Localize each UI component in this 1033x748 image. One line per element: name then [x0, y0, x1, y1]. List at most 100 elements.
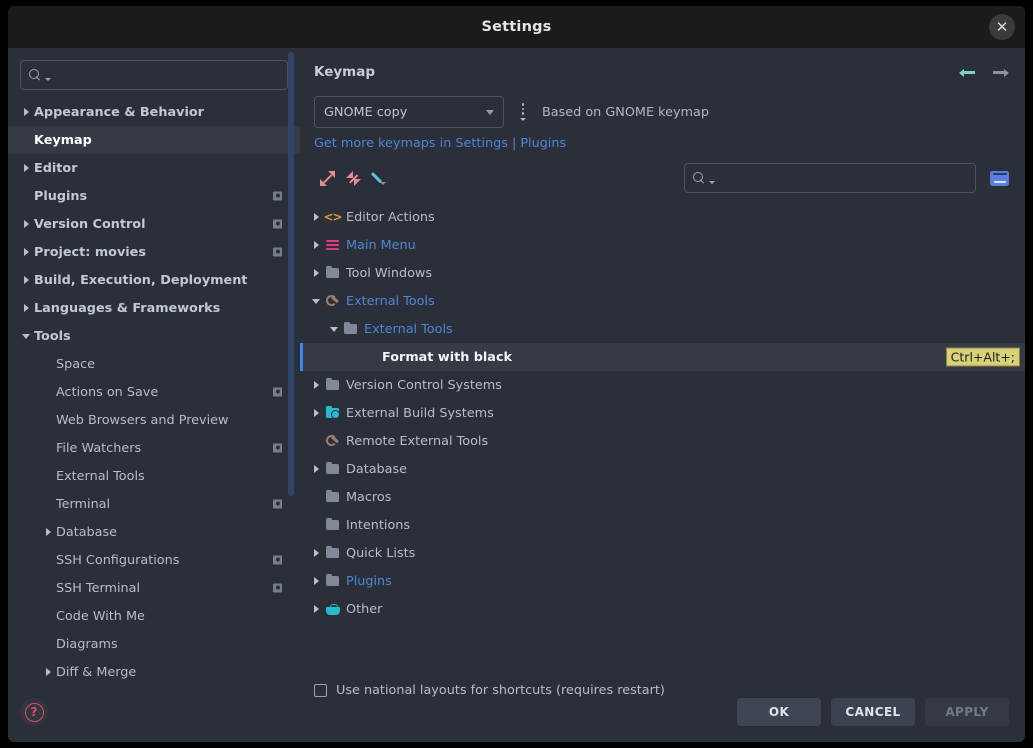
- keymap-select[interactable]: GNOME copy: [314, 96, 504, 128]
- keyboard-icon[interactable]: [990, 170, 1009, 186]
- chevron-right-icon[interactable]: [308, 213, 324, 221]
- keymap-tree-row[interactable]: Intentions: [300, 511, 1025, 539]
- keymap-tree-row[interactable]: <> Editor Actions: [300, 203, 1025, 231]
- keymap-tree-row[interactable]: Other: [300, 595, 1025, 623]
- pencil-icon: [371, 170, 387, 186]
- settings-category-tree: Appearance & Behavior Keymap Editor Plugins…: [8, 98, 300, 690]
- apply-button: APPLY: [925, 698, 1009, 726]
- code-icon: <>: [323, 210, 342, 224]
- sidebar-item-build-execution-deployment[interactable]: Build, Execution, Deployment: [8, 266, 300, 294]
- forward-arrow-icon[interactable]: [992, 66, 1009, 79]
- national-layouts-checkbox[interactable]: [314, 684, 327, 697]
- ok-button[interactable]: OK: [737, 698, 821, 726]
- title-bar: Settings ✕: [8, 6, 1025, 48]
- chevron-right-icon[interactable]: [18, 108, 34, 116]
- sidebar-item-web-browsers-and-preview[interactable]: Web Browsers and Preview: [8, 406, 300, 434]
- chevron-down-icon[interactable]: [326, 326, 342, 332]
- expand-all-button[interactable]: [314, 166, 340, 190]
- chevron-right-icon[interactable]: [40, 528, 56, 536]
- keymap-tree-label: Remote External Tools: [346, 433, 489, 449]
- chevron-right-icon[interactable]: [308, 577, 324, 585]
- chevron-right-icon[interactable]: [308, 269, 324, 277]
- keymap-tree-row[interactable]: External Tools: [300, 287, 1025, 315]
- keymap-tree-row[interactable]: Tool Windows: [300, 259, 1025, 287]
- sidebar-item-label: Diagrams: [56, 636, 118, 652]
- sidebar-item-version-control[interactable]: Version Control: [8, 210, 300, 238]
- chevron-right-icon[interactable]: [18, 164, 34, 172]
- wrench-icon: [324, 434, 341, 448]
- sidebar-item-tools[interactable]: Tools: [8, 322, 300, 350]
- chevron-right-icon[interactable]: [308, 549, 324, 557]
- help-button[interactable]: ?: [20, 698, 48, 726]
- sidebar-item-diff-merge[interactable]: Diff & Merge: [8, 658, 300, 686]
- edit-shortcut-button[interactable]: [366, 166, 392, 190]
- keymap-tree-row[interactable]: Macros: [300, 483, 1025, 511]
- chevron-down-icon[interactable]: [308, 298, 324, 304]
- nav-arrows: [959, 64, 1009, 79]
- sidebar-item-label: Tools: [34, 328, 71, 344]
- sidebar-item-space[interactable]: Space: [8, 350, 300, 378]
- sidebar-item-label: Project: movies: [34, 244, 146, 260]
- back-arrow-icon[interactable]: [959, 66, 976, 79]
- keymap-tree-row[interactable]: External Build Systems: [300, 399, 1025, 427]
- keymap-search-box[interactable]: [684, 163, 976, 193]
- sidebar-item-languages-frameworks[interactable]: Languages & Frameworks: [8, 294, 300, 322]
- keymap-tree-row[interactable]: Plugins: [300, 567, 1025, 595]
- sidebar-item-label: Space: [56, 356, 95, 372]
- chevron-right-icon[interactable]: [18, 276, 34, 284]
- keymap-tree-label: External Build Systems: [346, 405, 494, 421]
- chevron-right-icon[interactable]: [308, 409, 324, 417]
- sidebar-item-plugins[interactable]: Plugins: [8, 182, 300, 210]
- sidebar-item-actions-on-save[interactable]: Actions on Save: [8, 378, 300, 406]
- sidebar-item-code-with-me[interactable]: Code With Me: [8, 602, 300, 630]
- cancel-button[interactable]: CANCEL: [831, 698, 915, 726]
- chevron-right-icon[interactable]: [40, 668, 56, 676]
- project-scope-icon: [273, 443, 282, 453]
- folder-icon: [342, 321, 359, 334]
- sidebar-item-database[interactable]: Database: [8, 518, 300, 546]
- chevron-right-icon[interactable]: [18, 248, 34, 256]
- project-scope-icon: [273, 583, 282, 593]
- sidebar-item-label: External Tools: [56, 468, 145, 484]
- chevron-right-icon[interactable]: [308, 605, 324, 613]
- get-more-keymaps-link[interactable]: Get more keymaps in Settings | Plugins: [300, 128, 1025, 151]
- search-icon: [693, 171, 706, 185]
- collapse-all-icon: [345, 170, 361, 186]
- window-title: Settings: [481, 19, 552, 35]
- sidebar-item-ssh-configurations[interactable]: SSH Configurations: [8, 546, 300, 574]
- sidebar-item-terminal[interactable]: Terminal: [8, 490, 300, 518]
- sidebar-search-input[interactable]: [57, 67, 279, 83]
- chevron-down-icon: [45, 78, 51, 81]
- keymap-tree-row[interactable]: Version Control Systems: [300, 371, 1025, 399]
- sidebar-item-editor[interactable]: Editor: [8, 154, 300, 182]
- sidebar-item-project-movies[interactable]: Project: movies: [8, 238, 300, 266]
- chevron-right-icon[interactable]: [308, 241, 324, 249]
- chevron-right-icon[interactable]: [308, 465, 324, 473]
- chevron-right-icon[interactable]: [308, 381, 324, 389]
- collapse-all-button[interactable]: [340, 166, 366, 190]
- keymap-options-button[interactable]: [516, 103, 530, 121]
- keymap-tree-row[interactable]: Main Menu: [300, 231, 1025, 259]
- search-icon: [29, 68, 42, 82]
- keymap-search-input[interactable]: [721, 170, 967, 186]
- keymap-tree-row[interactable]: Quick Lists: [300, 539, 1025, 567]
- folder-icon: [324, 461, 341, 474]
- sidebar-item-ssh-terminal[interactable]: SSH Terminal: [8, 574, 300, 602]
- chevron-right-icon[interactable]: [18, 220, 34, 228]
- expand-all-icon: [319, 170, 335, 186]
- keymap-tree-row[interactable]: Format with black Ctrl+Alt+;: [300, 343, 1025, 371]
- sidebar-item-appearance-behavior[interactable]: Appearance & Behavior: [8, 98, 300, 126]
- sidebar-item-external-tools[interactable]: External Tools: [8, 462, 300, 490]
- sidebar-search-box[interactable]: [20, 60, 288, 90]
- close-icon[interactable]: ✕: [989, 14, 1015, 40]
- sidebar-item-file-watchers[interactable]: File Watchers: [8, 434, 300, 462]
- sidebar-scrollbar[interactable]: [288, 52, 294, 496]
- basket-icon: [324, 603, 341, 615]
- keymap-tree-row[interactable]: Remote External Tools: [300, 427, 1025, 455]
- keymap-tree-row[interactable]: External Tools: [300, 315, 1025, 343]
- sidebar-item-diagrams[interactable]: Diagrams: [8, 630, 300, 658]
- sidebar-item-keymap[interactable]: Keymap: [8, 126, 300, 154]
- keymap-tree-row[interactable]: Database: [300, 455, 1025, 483]
- chevron-right-icon[interactable]: [18, 304, 34, 312]
- chevron-down-icon[interactable]: [18, 333, 34, 339]
